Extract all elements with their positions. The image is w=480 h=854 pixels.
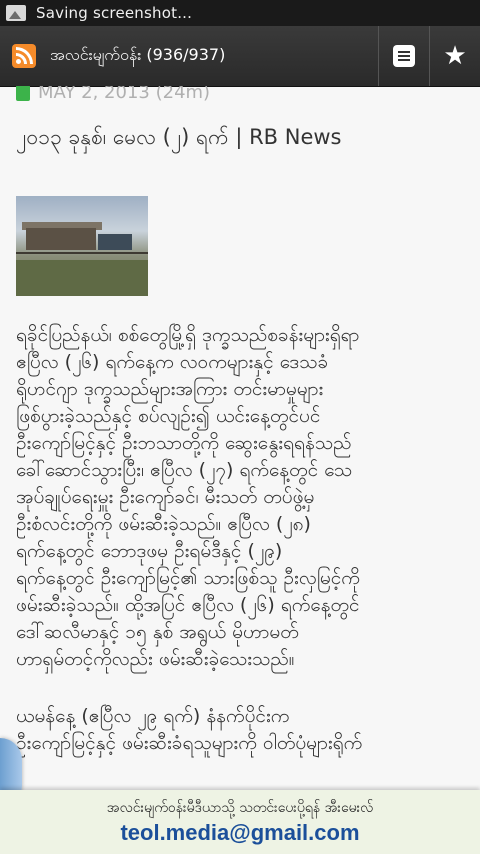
email-banner[interactable]: အလင်းမျက်ဝန်းမီဒီယာသို့ သတင်းပေးပို့ရန် … xyxy=(0,790,480,854)
body-line: ရက်နေ့တွင် ဦးကျော်မြင့်၏ သားဖြစ်သူ ဦးလှမ… xyxy=(16,567,360,589)
banner-caption: အလင်းမျက်ဝန်းမီဒီယာသို့ သတင်းပေးပို့ရန် … xyxy=(106,800,374,816)
article-title: ၂၀၁၃ ခုနှစ်၊ မေလ (၂) ရက် | RB News xyxy=(16,125,342,149)
feed-badge-icon xyxy=(16,86,30,101)
article-view[interactable]: MAY 2, 2013 (24m) ၂၀၁၃ ခုနှစ်၊ မေလ (၂) ရ… xyxy=(0,86,480,854)
screenshot-icon xyxy=(6,5,26,21)
body-line: ရိုဟင်ဂျာ ဒုက္ခသည်များအကြား တင်းမာမှုမျာ… xyxy=(16,378,324,400)
paragraph-2: ယမန်နေ့ (ဧပြီလ ၂၉ ရက်) နံနက်ပိုင်းက ဦးကျ… xyxy=(16,703,480,757)
body-line: ဧပြီလ (၂၆) ရက်နေ့က လဝကများနှင့် ဒေသခံ xyxy=(16,351,329,373)
body-line: ယမန်နေ့ (ဧပြီလ ၂၉ ရက်) နံနက်ပိုင်းက xyxy=(16,705,290,727)
body-line: ဖမ်းဆီးခဲ့သည်။ ထို့အပြင် ဧပြီလ (၂၆) ရက်န… xyxy=(16,594,360,616)
paragraph-1: ရခိုင်ပြည်နယ်၊ စစ်တွေမြို့ရှိ ဒုက္ခသည်စခ… xyxy=(16,322,480,673)
body-line: ဦးကျော်မြင့်နှင့် ဖမ်းဆီးခံရသူများကို ဝါ… xyxy=(16,732,363,754)
article-date: MAY 2, 2013 (24m) xyxy=(38,86,211,103)
article-body: ရခိုင်ပြည်နယ်၊ စစ်တွေမြို့ရှိ ဒုက္ခသည်စခ… xyxy=(16,322,480,757)
status-bar: Saving screenshot... xyxy=(0,0,480,26)
body-line: ရခိုင်ပြည်နယ်၊ စစ်တွေမြို့ရှိ ဒုက္ခသည်စခ… xyxy=(16,324,360,346)
banner-email[interactable]: teol.media@gmail.com xyxy=(0,820,480,846)
body-line: ဟာရှမ်တင့်ကိုလည်း ဖမ်းဆီးခဲ့သေးသည်။ xyxy=(16,648,295,670)
body-line: ဒေါ်ဆလီမာနှင့် ၁၅ နှစ် အရွယ် မိုဟာမတ် xyxy=(16,621,299,643)
article-list-button[interactable] xyxy=(379,26,429,86)
body-line: ဖြစ်ပွားခဲ့သည်နှင့် စပ်လျဉ်း၍ ယင်းနေ့တွင… xyxy=(16,405,321,427)
article-meta: MAY 2, 2013 (24m) xyxy=(16,86,210,103)
article-photo[interactable] xyxy=(16,196,148,296)
status-notification: Saving screenshot... xyxy=(36,4,193,22)
body-line: ဦးကျော်မြင့်နှင့် ဦးဘသာတို့ကို ဆွေးနွေးရ… xyxy=(16,432,352,454)
favorite-button[interactable]: ★ xyxy=(430,26,480,86)
star-icon: ★ xyxy=(443,41,467,71)
list-icon xyxy=(393,45,415,67)
body-line: ခေါ်ဆောင်သွားပြီး၊ ဧပြီလ (၂၇) ရက်နေ့တွင်… xyxy=(16,459,353,481)
feed-title: အလင်းမျက်ဝန်း (936/937) xyxy=(50,45,226,64)
app-toolbar: အလင်းမျက်ဝန်း (936/937) ★ xyxy=(0,26,480,86)
body-line: အုပ်ချုပ်ရေးမှူး ဦးကျော်ခင်၊ မီးသတ် တပ်ဖ… xyxy=(16,486,315,508)
body-line: ရက်နေ့တွင် ဘောဒုဖမှ ဦးရမ်ဒီနှင့် (၂၉) xyxy=(16,540,283,562)
rss-icon xyxy=(12,44,36,68)
body-line: ဦးစံလင်းတို့ကို ဖမ်းဆီးခဲ့သည်။ ဧပြီလ (၂၈… xyxy=(16,513,311,535)
